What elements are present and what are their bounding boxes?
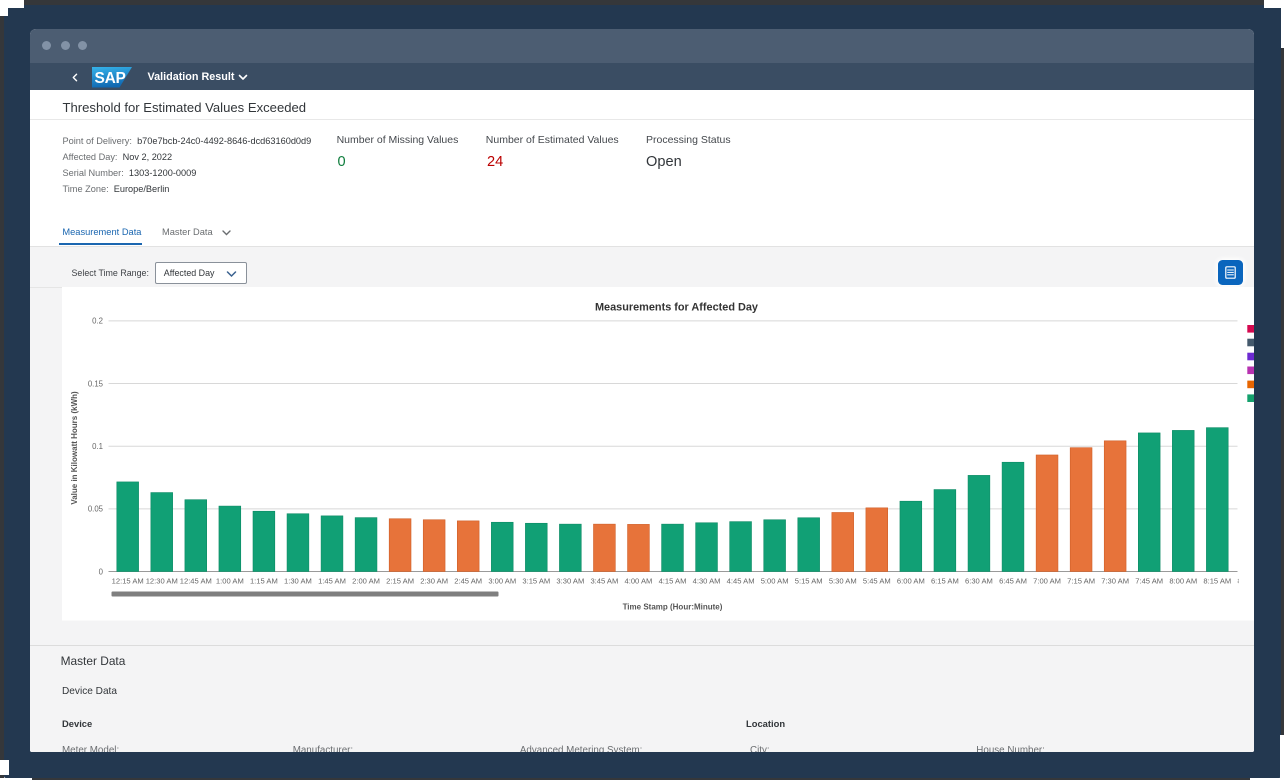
svg-text:6:30 AM: 6:30 AM: [965, 576, 993, 585]
svg-text:0.2: 0.2: [92, 317, 103, 326]
svg-text:7:00 AM: 7:00 AM: [1033, 576, 1061, 585]
svg-text:2:30 AM: 2:30 AM: [420, 576, 448, 585]
svg-text:5:15 AM: 5:15 AM: [794, 576, 822, 585]
svg-text:12:45 AM: 12:45 AM: [179, 576, 211, 585]
svg-text:0: 0: [98, 567, 103, 576]
svg-text:4:15 AM: 4:15 AM: [658, 576, 686, 585]
svg-text:0.1: 0.1: [92, 442, 103, 451]
svg-text:1:00 AM: 1:00 AM: [215, 576, 243, 585]
svg-text:2:15 AM: 2:15 AM: [386, 576, 414, 585]
svg-text:5:30 AM: 5:30 AM: [828, 576, 856, 585]
svg-text:1:30 AM: 1:30 AM: [284, 576, 312, 585]
svg-text:5:45 AM: 5:45 AM: [862, 576, 890, 585]
svg-text:7:45 AM: 7:45 AM: [1135, 576, 1163, 585]
svg-text:6:00 AM: 6:00 AM: [896, 576, 924, 585]
svg-text:4:30 AM: 4:30 AM: [692, 576, 720, 585]
svg-text:Value in Kilowatt Hours (kWh): Value in Kilowatt Hours (kWh): [70, 391, 79, 505]
svg-text:8:00 AM: 8:00 AM: [1169, 576, 1197, 585]
svg-text:7:15 AM: 7:15 AM: [1067, 576, 1095, 585]
svg-text:3:15 AM: 3:15 AM: [522, 576, 550, 585]
svg-text:12:30 AM: 12:30 AM: [145, 576, 177, 585]
svg-text:Time Stamp (Hour:Minute): Time Stamp (Hour:Minute): [622, 602, 722, 611]
svg-text:3:45 AM: 3:45 AM: [590, 576, 618, 585]
svg-text:1:15 AM: 1:15 AM: [249, 576, 277, 585]
svg-text:3:30 AM: 3:30 AM: [556, 576, 584, 585]
svg-text:1:45 AM: 1:45 AM: [318, 576, 346, 585]
svg-text:6:45 AM: 6:45 AM: [999, 576, 1027, 585]
svg-text:6:15 AM: 6:15 AM: [930, 576, 958, 585]
svg-text:0.05: 0.05: [87, 505, 103, 514]
svg-text:Measurements for Affected Day: Measurements for Affected Day: [594, 301, 757, 313]
svg-text:4:45 AM: 4:45 AM: [726, 576, 754, 585]
svg-text:2:45 AM: 2:45 AM: [454, 576, 482, 585]
svg-text:5:00 AM: 5:00 AM: [760, 576, 788, 585]
svg-text:7:30 AM: 7:30 AM: [1101, 576, 1129, 585]
svg-text:3:00 AM: 3:00 AM: [488, 576, 516, 585]
svg-text:8:15 AM: 8:15 AM: [1203, 576, 1231, 585]
svg-text:2:00 AM: 2:00 AM: [352, 576, 380, 585]
svg-text:4:00 AM: 4:00 AM: [624, 576, 652, 585]
svg-text:SAP: SAP: [95, 70, 126, 87]
svg-text:0.15: 0.15: [87, 379, 103, 388]
svg-text:12:15 AM: 12:15 AM: [111, 576, 143, 585]
